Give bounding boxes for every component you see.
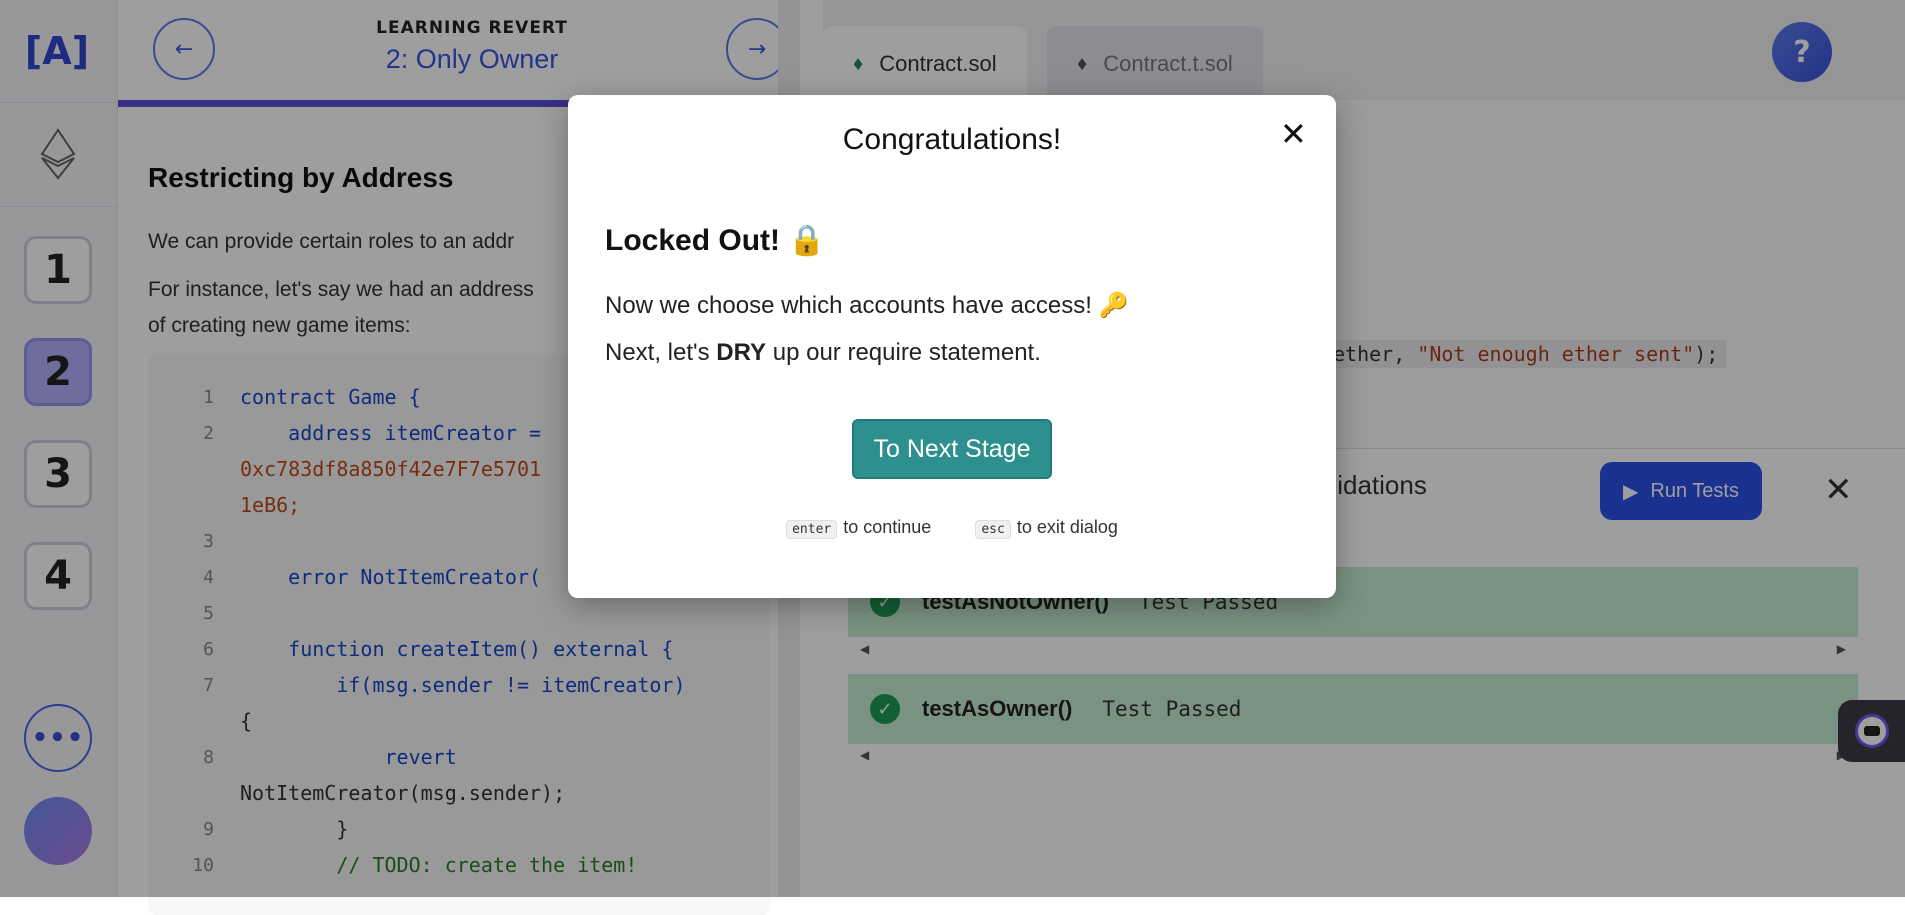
text-segment: Next, let's (605, 339, 717, 366)
text-segment: up our require statement. (766, 339, 1041, 366)
hint-text: to exit dialog (1016, 517, 1118, 537)
congratulations-dialog: Congratulations! ✕ Locked Out! 🔒 Now we … (568, 95, 1336, 598)
dialog-heading: Locked Out! 🔒 (605, 224, 826, 257)
close-dialog-icon[interactable]: ✕ (1280, 115, 1307, 153)
dialog-text: Next, let's DRY up our require statement… (605, 339, 1041, 367)
next-stage-button[interactable]: To Next Stage (852, 419, 1052, 479)
hint-text: to continue (843, 517, 932, 537)
dialog-text: Now we choose which accounts have access… (605, 292, 1129, 319)
keyboard-hints: enter to continue esc to exit dialog (568, 517, 1336, 539)
enter-key: enter (786, 520, 838, 539)
dialog-title: Congratulations! (842, 123, 1062, 156)
esc-key: esc (975, 520, 1011, 539)
text-bold: DRY (716, 339, 767, 366)
